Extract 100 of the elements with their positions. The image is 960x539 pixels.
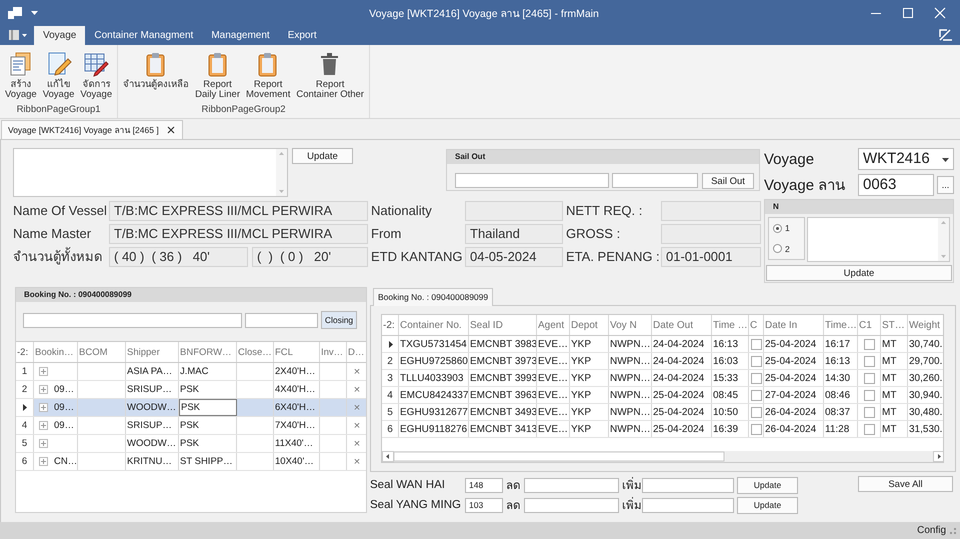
group-caption: RibbonPageGroup1 — [16, 104, 102, 117]
column-header[interactable]: FCL — [274, 342, 320, 362]
ribbon-button[interactable]: Report Container Other — [293, 51, 367, 104]
delete-button[interactable]: × — [354, 384, 360, 396]
input-field[interactable] — [612, 173, 698, 188]
column-header[interactable]: ST… — [881, 315, 908, 335]
ribbon-tab[interactable]: Export — [278, 26, 326, 45]
column-header[interactable]: Date Out — [652, 315, 712, 335]
ribbon-button[interactable]: แก้ไข Voyage — [40, 51, 78, 104]
checkbox[interactable] — [750, 372, 762, 384]
update-button[interactable]: Update — [737, 496, 798, 514]
text-area[interactable] — [807, 217, 950, 262]
document-tab[interactable]: Voyage [WKT2416] Voyage ลาน [2465 ] — [1, 120, 183, 139]
column-header[interactable]: C — [749, 315, 764, 335]
ribbon-button[interactable]: สร้าง Voyage — [2, 51, 40, 104]
field-label: Name Master — [13, 225, 92, 243]
checkbox[interactable] — [864, 406, 874, 418]
input-field[interactable] — [524, 478, 619, 492]
column-header[interactable]: Time … — [712, 315, 749, 335]
column-header[interactable]: BCOM — [78, 342, 126, 362]
column-header[interactable]: Time… — [824, 315, 858, 335]
expand-icon[interactable] — [39, 421, 48, 430]
delete-button[interactable]: × — [354, 366, 360, 378]
input-field[interactable]: 0063 — [858, 174, 934, 196]
app-logo-icon[interactable] — [7, 5, 23, 21]
column-header[interactable]: Seal ID — [469, 315, 537, 335]
column-header[interactable]: Container No. — [399, 315, 469, 335]
delete-button[interactable]: × — [354, 438, 360, 450]
read-only-field: ( ) ( 0 ) 20' — [252, 247, 368, 267]
checkbox[interactable] — [864, 424, 874, 434]
expand-icon[interactable] — [39, 439, 48, 448]
column-header[interactable]: Agent — [537, 315, 570, 335]
table-cell: YKP — [570, 370, 609, 386]
update-button[interactable]: Update — [766, 265, 952, 281]
checkbox[interactable] — [750, 424, 762, 434]
column-header[interactable]: Weight — [908, 315, 943, 335]
radio-button[interactable] — [773, 244, 782, 254]
update-button[interactable]: Update — [292, 148, 353, 164]
input-field[interactable] — [642, 478, 734, 492]
column-header[interactable]: C1 — [858, 315, 881, 335]
horizontal-scrollbar[interactable] — [382, 451, 943, 462]
ribbon-button[interactable]: จำนวนตู้คงเหลือ — [120, 51, 192, 104]
column-header[interactable]: D… — [347, 342, 366, 362]
style-icon[interactable] — [938, 28, 954, 42]
ribbon-tab[interactable]: Container Managment — [85, 26, 202, 45]
input-field[interactable] — [455, 173, 609, 188]
resize-grip-icon[interactable] — [950, 528, 956, 534]
checkbox[interactable] — [864, 356, 874, 366]
expand-icon[interactable] — [39, 367, 48, 376]
ribbon-tab[interactable]: Management — [202, 26, 279, 45]
delete-button[interactable]: × — [354, 456, 360, 468]
input-field[interactable] — [642, 498, 734, 512]
voyage-dropdown[interactable]: WKT2416 — [858, 148, 954, 170]
ribbon-tab[interactable]: Voyage — [34, 26, 86, 45]
vertical-scrollbar[interactable] — [938, 218, 949, 261]
caret-icon — [942, 158, 949, 162]
radio-button[interactable] — [773, 224, 782, 233]
column-header[interactable]: Shipper — [126, 342, 179, 362]
ribbon-button[interactable]: Report Movement — [243, 51, 294, 104]
ribbon-button[interactable]: จัดการ Voyage — [77, 51, 116, 104]
close-icon[interactable] — [166, 126, 175, 134]
column-header[interactable]: Depot — [570, 315, 609, 335]
delete-button[interactable]: × — [354, 402, 360, 414]
browse-button[interactable]: ... — [937, 176, 954, 194]
expand-icon[interactable] — [39, 403, 48, 412]
maximize-icon[interactable] — [902, 7, 914, 19]
input-field[interactable] — [23, 312, 242, 328]
checkbox[interactable] — [864, 390, 874, 400]
sail-out-button[interactable]: Sail Out — [702, 173, 754, 189]
checkbox[interactable] — [750, 338, 762, 350]
delete-button[interactable]: × — [354, 420, 360, 432]
checkbox[interactable] — [864, 338, 874, 350]
column-header[interactable]: Close… — [237, 342, 274, 362]
vertical-scrollbar[interactable] — [276, 149, 287, 196]
ribbon-button[interactable]: Report Daily Liner — [192, 51, 243, 104]
table-cell: 11:28 — [824, 421, 858, 437]
checkbox[interactable] — [750, 406, 762, 418]
caret-icon[interactable] — [31, 10, 38, 16]
table-cell: 16:13 — [712, 336, 749, 352]
checkbox[interactable] — [864, 372, 874, 384]
input-field[interactable] — [245, 312, 318, 328]
count-field[interactable]: 103 — [465, 498, 503, 512]
closing-button[interactable]: Closing — [321, 311, 357, 329]
column-header[interactable]: Date In — [764, 315, 824, 335]
save-all-button[interactable]: Save All — [858, 476, 953, 492]
column-header[interactable]: Inv… — [320, 342, 347, 362]
column-header[interactable]: BNFORW… — [179, 342, 237, 362]
table-cell: 10:50 — [712, 404, 749, 420]
checkbox[interactable] — [750, 356, 762, 366]
checkbox[interactable] — [750, 390, 762, 400]
text-area[interactable] — [13, 148, 288, 197]
count-field[interactable]: 148 — [465, 478, 503, 492]
expand-icon[interactable] — [39, 385, 48, 394]
update-button[interactable]: Update — [737, 476, 798, 494]
expand-icon[interactable] — [39, 457, 48, 466]
column-header[interactable]: Bookin… — [34, 342, 78, 362]
app-menu-icon[interactable] — [8, 29, 28, 41]
column-header[interactable]: Voy N — [609, 315, 652, 335]
input-field[interactable] — [524, 498, 619, 512]
panel-tab[interactable]: Booking No. : 090400089099 — [373, 288, 494, 306]
